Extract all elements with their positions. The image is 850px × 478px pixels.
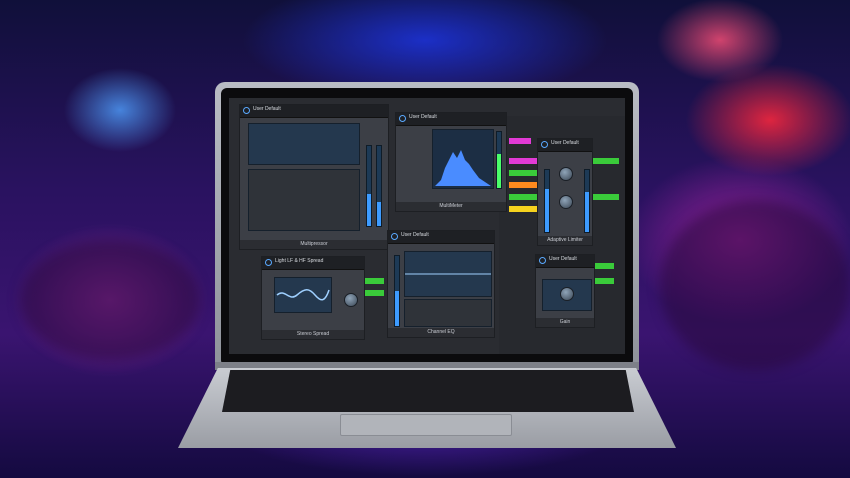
spectrum-bars bbox=[435, 150, 491, 186]
power-icon[interactable] bbox=[399, 115, 406, 122]
power-icon[interactable] bbox=[539, 257, 546, 264]
plugin-header: User Default bbox=[538, 139, 592, 152]
power-icon[interactable] bbox=[243, 107, 250, 114]
plugin-name: Stereo Spread bbox=[262, 330, 364, 339]
multipressor-panel: User Default Multipressor bbox=[239, 104, 389, 250]
crowd-silhouette bbox=[20, 240, 200, 360]
preset-label[interactable]: Light LF & HF Spread bbox=[275, 258, 323, 264]
track-region bbox=[589, 158, 619, 164]
plugin-header: User Default bbox=[240, 105, 388, 118]
eq-graph bbox=[404, 251, 492, 297]
track-region bbox=[589, 194, 619, 200]
plugin-name: MultiMeter bbox=[396, 202, 506, 211]
preset-label[interactable]: User Default bbox=[253, 106, 281, 112]
track-region bbox=[594, 278, 614, 284]
power-icon[interactable] bbox=[541, 141, 548, 148]
eq-band-values bbox=[404, 299, 492, 327]
power-icon[interactable] bbox=[265, 259, 272, 266]
adaptive-limiter-panel: User Default Adaptive Limiter bbox=[537, 138, 593, 246]
gain-panel: User Default Gain bbox=[535, 254, 595, 328]
band-controls bbox=[248, 169, 360, 231]
plugin-header: User Default bbox=[388, 231, 494, 244]
input-meter bbox=[544, 169, 550, 233]
plugin-name: Gain bbox=[536, 318, 594, 327]
gain-slider[interactable] bbox=[394, 255, 400, 327]
keyboard bbox=[222, 370, 634, 412]
track-region bbox=[364, 290, 384, 296]
preset-label[interactable]: User Default bbox=[409, 114, 437, 120]
plugin-header: User Default bbox=[536, 255, 594, 268]
track-region bbox=[509, 182, 537, 188]
plugin-header: Light LF & HF Spread bbox=[262, 257, 364, 270]
preset-label[interactable]: User Default bbox=[549, 256, 577, 262]
output-fader[interactable] bbox=[366, 145, 372, 227]
preset-label[interactable]: User Default bbox=[551, 140, 579, 146]
track-region bbox=[594, 263, 614, 269]
track-region bbox=[509, 206, 537, 212]
gain-knob[interactable] bbox=[559, 167, 573, 181]
laptop-screen: User Default Multipressor User Default M… bbox=[229, 98, 625, 354]
trackpad bbox=[340, 414, 512, 436]
gain-knob[interactable] bbox=[560, 287, 574, 301]
track-region bbox=[509, 194, 539, 200]
output-fader[interactable] bbox=[376, 145, 382, 227]
crowd-silhouette bbox=[660, 200, 850, 370]
track-region bbox=[509, 170, 539, 176]
compressor-graph bbox=[248, 123, 360, 165]
ceiling-knob[interactable] bbox=[559, 195, 573, 209]
power-icon[interactable] bbox=[391, 233, 398, 240]
multimeter-panel: User Default MultiMeter bbox=[395, 112, 507, 212]
preset-label[interactable]: User Default bbox=[401, 232, 429, 238]
track-region bbox=[509, 158, 539, 164]
plugin-name: Channel EQ bbox=[388, 328, 494, 337]
spectrum-analyzer bbox=[432, 129, 494, 189]
track-region bbox=[364, 278, 384, 284]
order-knob[interactable] bbox=[344, 293, 358, 307]
scene: User Default Multipressor User Default M… bbox=[0, 0, 850, 478]
spread-curve bbox=[276, 289, 330, 301]
plugin-name: Adaptive Limiter bbox=[538, 236, 592, 245]
level-meter bbox=[496, 131, 502, 189]
output-meter bbox=[584, 169, 590, 233]
stereo-spread-panel: Light LF & HF Spread Stereo Spread bbox=[261, 256, 365, 340]
plugin-name: Multipressor bbox=[240, 240, 388, 249]
spread-graph bbox=[274, 277, 332, 313]
track-region bbox=[509, 138, 531, 144]
plugin-header: User Default bbox=[396, 113, 506, 126]
channel-eq-panel: User Default Channel EQ bbox=[387, 230, 495, 338]
eq-curve bbox=[405, 273, 491, 275]
